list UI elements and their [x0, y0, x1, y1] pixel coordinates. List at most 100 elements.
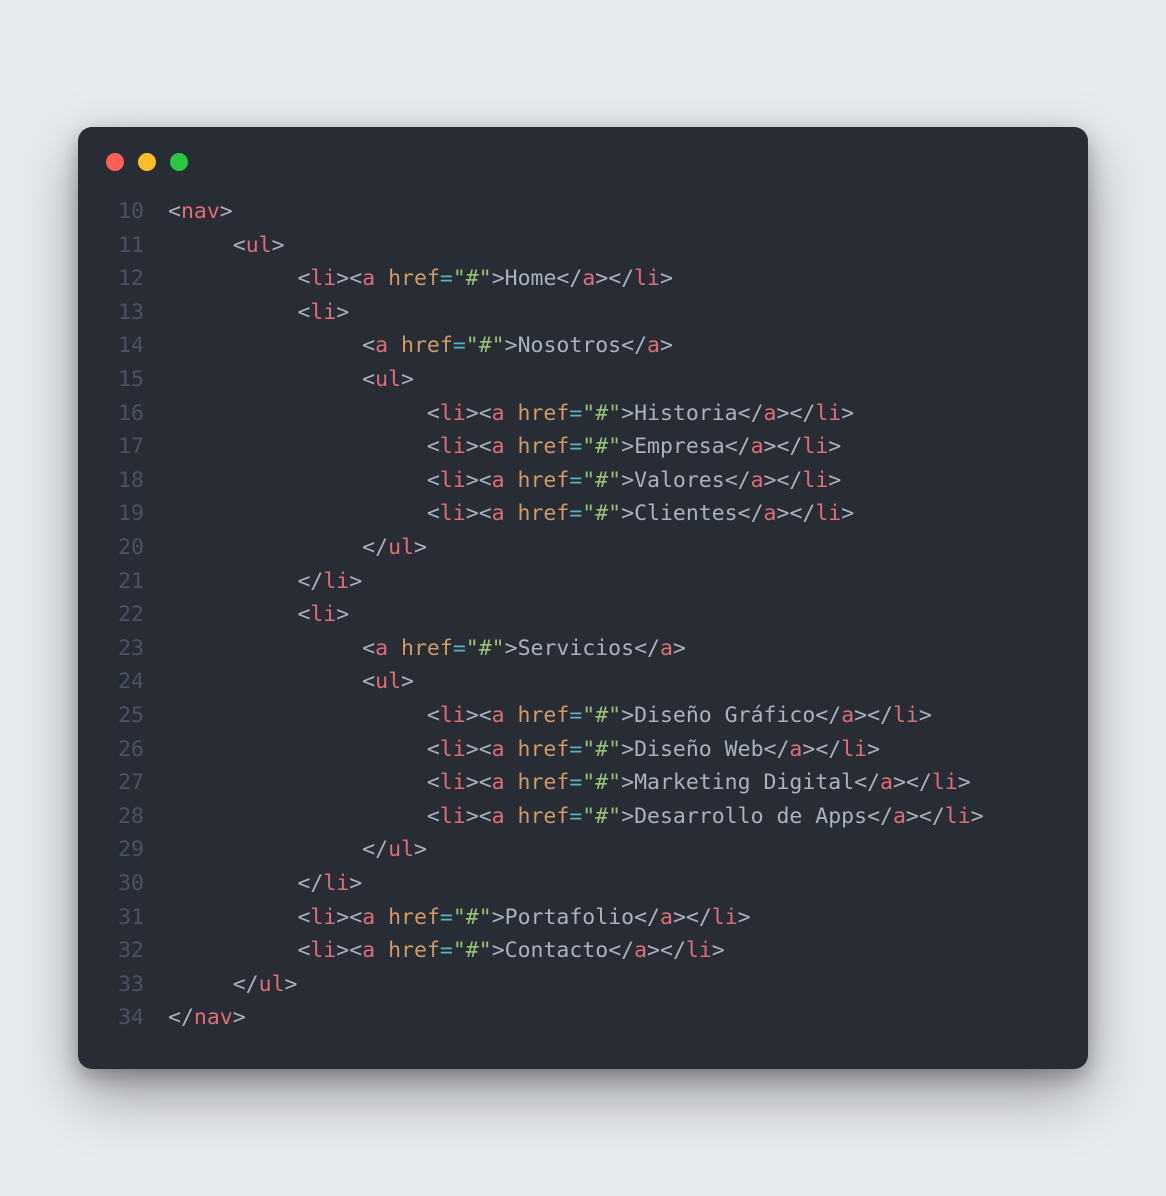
angle-bracket: > — [466, 804, 479, 829]
tag-ul: ul — [259, 972, 285, 997]
attr-href: href — [401, 636, 453, 661]
angle-bracket: > — [466, 770, 479, 795]
angle-bracket: > — [776, 501, 789, 526]
attr-value: "#" — [582, 468, 621, 493]
angle-bracket: > — [647, 938, 660, 963]
link-text: Diseño Web — [634, 737, 763, 762]
tag-a: a — [492, 501, 505, 526]
angle-bracket: < — [349, 266, 362, 291]
attr-value: "#" — [582, 401, 621, 426]
window-close-icon[interactable] — [106, 153, 124, 171]
angle-bracket: > — [621, 501, 634, 526]
equals-operator: = — [569, 770, 582, 795]
attr-href: href — [518, 434, 570, 459]
code-content: </li> — [168, 867, 362, 901]
attr-value: "#" — [466, 636, 505, 661]
angle-bracket: > — [828, 434, 841, 459]
angle-bracket: > — [712, 938, 725, 963]
code-content: <li> — [168, 296, 349, 330]
angle-bracket: < — [427, 501, 440, 526]
code-line: 28 <li><a href="#">Desarrollo de Apps</a… — [98, 800, 1068, 834]
line-number: 34 — [98, 1001, 168, 1035]
attr-href: href — [518, 804, 570, 829]
tag-a: a — [492, 804, 505, 829]
angle-bracket: < — [427, 770, 440, 795]
angle-bracket: > — [336, 300, 349, 325]
code-content: <ul> — [168, 229, 285, 263]
code-line: 11 <ul> — [98, 229, 1068, 263]
angle-bracket: </ — [686, 905, 712, 930]
tag-li: li — [815, 501, 841, 526]
tag-a: a — [492, 737, 505, 762]
attr-value: "#" — [582, 770, 621, 795]
attr-href: href — [518, 703, 570, 728]
window-zoom-icon[interactable] — [170, 153, 188, 171]
tag-ul: ul — [388, 535, 414, 560]
angle-bracket: </ — [776, 468, 802, 493]
code-content: <a href="#">Nosotros</a> — [168, 329, 673, 363]
code-line: 29 </ul> — [98, 833, 1068, 867]
code-content: <li><a href="#">Desarrollo de Apps</a></… — [168, 800, 984, 834]
angle-bracket: > — [660, 266, 673, 291]
angle-bracket: </ — [362, 535, 388, 560]
angle-bracket: > — [673, 905, 686, 930]
code-line: 14 <a href="#">Nosotros</a> — [98, 329, 1068, 363]
tag-nav: nav — [194, 1005, 233, 1030]
attr-href: href — [388, 266, 440, 291]
angle-bracket: </ — [815, 737, 841, 762]
angle-bracket: > — [466, 434, 479, 459]
link-text: Contacto — [505, 938, 609, 963]
line-number: 12 — [98, 262, 168, 296]
angle-bracket: > — [621, 468, 634, 493]
attr-value: "#" — [453, 266, 492, 291]
line-number: 22 — [98, 598, 168, 632]
attr-href: href — [518, 501, 570, 526]
tag-li: li — [815, 401, 841, 426]
tag-li: li — [440, 468, 466, 493]
equals-operator: = — [453, 333, 466, 358]
angle-bracket: </ — [815, 703, 841, 728]
angle-bracket: < — [233, 233, 246, 258]
tag-li: li — [310, 602, 336, 627]
code-content: </ul> — [168, 968, 297, 1002]
attr-value: "#" — [582, 434, 621, 459]
attr-href: href — [388, 905, 440, 930]
tag-ul: ul — [246, 233, 272, 258]
line-number: 18 — [98, 464, 168, 498]
tag-a: a — [362, 266, 375, 291]
tag-li: li — [802, 434, 828, 459]
angle-bracket: < — [297, 905, 310, 930]
angle-bracket: > — [349, 569, 362, 594]
angle-bracket: > — [336, 905, 349, 930]
window-minimize-icon[interactable] — [138, 153, 156, 171]
code-content: <li><a href="#">Valores</a></li> — [168, 464, 841, 498]
tag-li: li — [310, 905, 336, 930]
code-line: 16 <li><a href="#">Historia</a></li> — [98, 397, 1068, 431]
line-number: 32 — [98, 934, 168, 968]
tag-a: a — [492, 468, 505, 493]
attr-value: "#" — [466, 333, 505, 358]
angle-bracket: < — [362, 636, 375, 661]
tag-a: a — [375, 333, 388, 358]
angle-bracket: > — [802, 737, 815, 762]
angle-bracket: < — [297, 300, 310, 325]
angle-bracket: </ — [725, 468, 751, 493]
tag-li: li — [323, 569, 349, 594]
tag-ul: ul — [375, 669, 401, 694]
angle-bracket: </ — [168, 1005, 194, 1030]
code-area: 10<nav>11 <ul>12 <li><a href="#">Home</a… — [78, 181, 1088, 1035]
angle-bracket: < — [349, 938, 362, 963]
angle-bracket: > — [466, 501, 479, 526]
tag-li: li — [310, 266, 336, 291]
tag-li: li — [440, 804, 466, 829]
line-number: 25 — [98, 699, 168, 733]
link-text: Home — [505, 266, 557, 291]
angle-bracket: > — [414, 535, 427, 560]
angle-bracket: </ — [608, 938, 634, 963]
code-content: <li><a href="#">Marketing Digital</a></l… — [168, 766, 971, 800]
line-number: 27 — [98, 766, 168, 800]
angle-bracket: > — [764, 468, 777, 493]
tag-a: a — [362, 938, 375, 963]
attr-href: href — [518, 737, 570, 762]
angle-bracket: > — [738, 905, 751, 930]
